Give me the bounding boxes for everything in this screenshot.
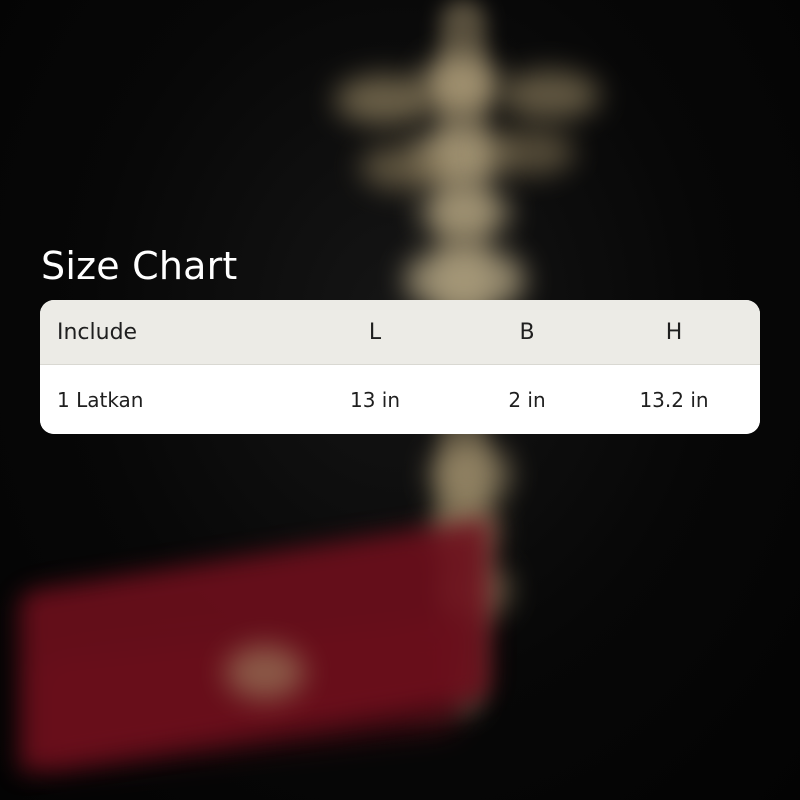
latkan-curl-left — [360, 145, 450, 190]
size-chart-table: Include L B H 1 Latkan 13 in 2 in 13.2 i… — [40, 300, 760, 434]
header-cell-length: L — [368, 319, 382, 345]
cell-length-value: 13 in — [349, 387, 401, 412]
box-clasp — [225, 645, 305, 700]
header-cell-include: Include — [57, 319, 138, 345]
latkan-curl-left — [335, 75, 435, 125]
header-cell-breadth: B — [519, 319, 535, 345]
table-row: 1 Latkan 13 in 2 in 13.2 in — [40, 365, 760, 434]
cell-breadth-value: 2 in — [508, 387, 546, 412]
latkan-bead — [420, 185, 510, 240]
cell-height-value: 13.2 in — [639, 387, 709, 412]
header-cell-height: H — [665, 319, 683, 345]
table-header-row: Include L B H — [40, 300, 760, 365]
cell-item-name: 1 Latkan — [57, 387, 144, 412]
size-chart-title: Size Chart — [41, 244, 238, 288]
latkan-curl-right — [485, 130, 575, 175]
latkan-curl-right — [500, 70, 600, 120]
